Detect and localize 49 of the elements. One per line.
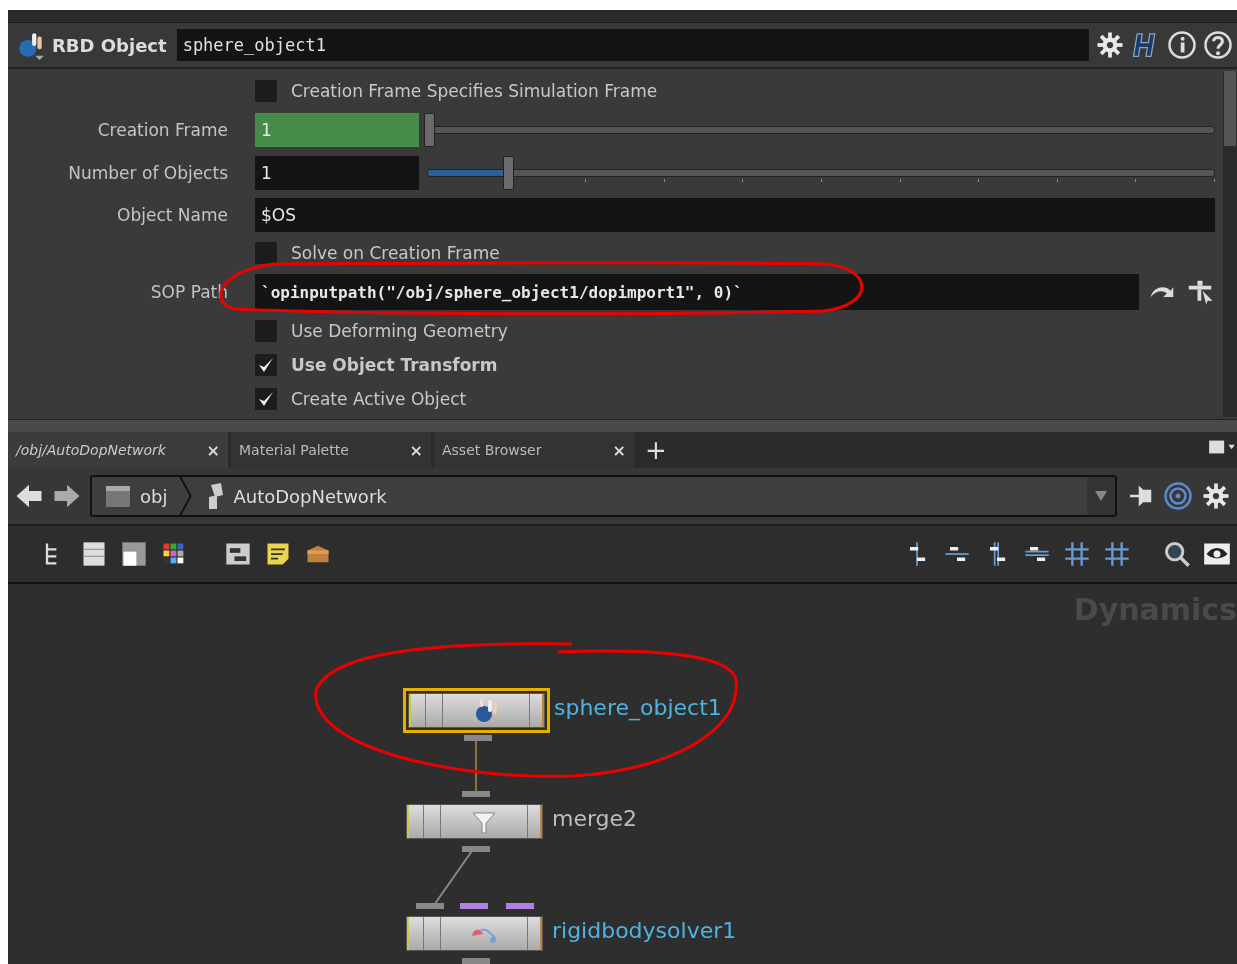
parameter-label: Object Name [116,205,228,225]
checkbox[interactable] [255,320,277,342]
close-icon[interactable]: × [409,440,423,460]
dropdown-icon[interactable] [1087,477,1115,515]
checkbox-label: Creation Frame Specifies Simulation Frame [291,81,658,101]
scrollbar[interactable] [1223,71,1237,417]
settings-icon[interactable] [1201,481,1231,511]
grid-icon[interactable] [1103,540,1131,568]
network-node[interactable] [403,688,550,733]
checkbox[interactable] [255,80,277,102]
parameter-label: Creation Frame [96,119,228,140]
slider[interactable] [427,155,1215,190]
node-type-label: RBD Object [52,34,167,56]
checkbox[interactable] [255,388,277,410]
checkbox-label: Use Deforming Geometry [291,321,508,341]
number-field[interactable]: 1 [255,155,419,190]
node-name-field[interactable]: sphere_object1 [176,29,1089,61]
text-field[interactable]: $OS [255,198,1215,232]
slider[interactable] [427,112,1215,147]
close-icon[interactable]: × [206,440,220,460]
node-name[interactable]: sphere_object1 [554,695,722,720]
settings-icon[interactable] [1095,30,1125,60]
checkbox-label: Use Object Transform [291,355,498,375]
path-field[interactable]: `opinputpath("/obj/sphere_object1/dopimport1", 0)` [255,274,1139,310]
help-icon[interactable] [1203,30,1233,60]
path-crumb[interactable]: AutoDopNetwork [193,477,399,515]
pane-tab[interactable]: Material Palette × [231,432,431,468]
checkbox-label: Solve on Creation Frame [291,243,500,263]
parameter-label: Number of Objects [67,162,228,183]
path-crumb[interactable]: obj [92,477,180,515]
input-port[interactable] [506,903,534,909]
checkbox[interactable] [255,354,277,376]
sheet-view-icon[interactable] [120,540,148,568]
checkbox-label: Create Active Object [291,389,467,409]
pane-tab[interactable]: /obj/AutoDopNetwork × [8,432,228,468]
node-name[interactable]: merge2 [552,806,638,831]
grid-snap-icon[interactable] [1063,540,1091,568]
input-port[interactable] [416,903,444,909]
info-icon[interactable] [1167,30,1197,60]
node-name[interactable]: rigidbodysolver1 [552,918,737,943]
search-icon[interactable] [1163,540,1191,568]
pane-tab[interactable]: Asset Browser × [434,432,634,468]
close-icon[interactable]: × [612,440,626,460]
input-port[interactable] [462,791,490,797]
target-icon[interactable] [1163,481,1193,511]
bowling-icon[interactable] [16,30,46,60]
checkbox[interactable] [255,242,277,264]
add-tab-button[interactable]: + [637,432,675,468]
input-port[interactable] [460,903,488,909]
